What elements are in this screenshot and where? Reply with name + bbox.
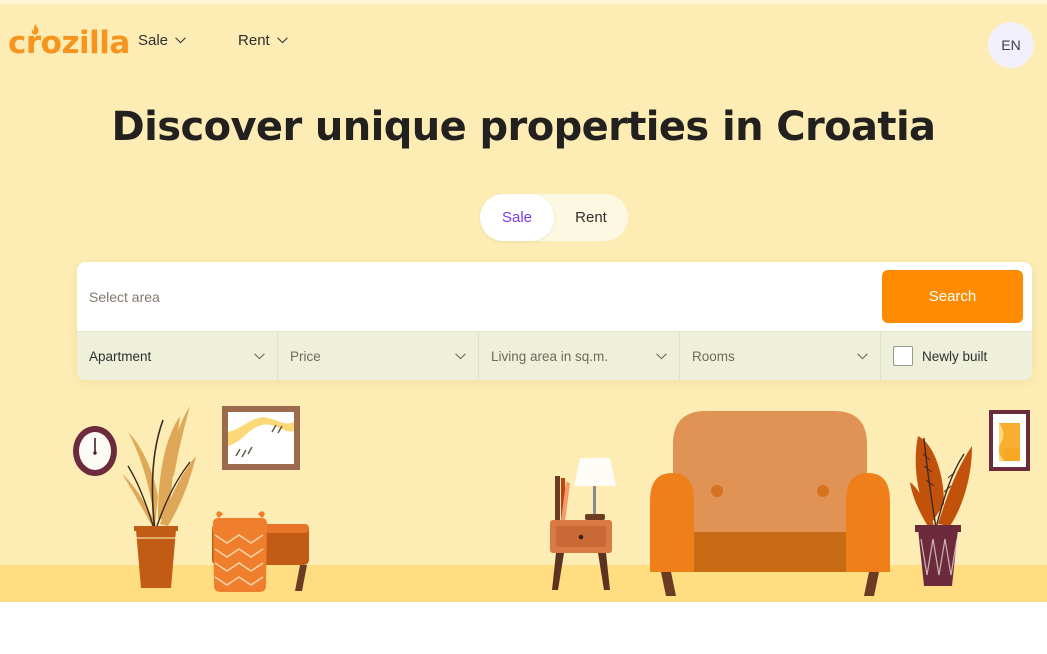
filter-property-type[interactable]: Apartment (77, 332, 278, 380)
newly-built-checkbox[interactable] (893, 346, 913, 366)
filter-rooms-label: Rooms (692, 348, 735, 364)
chevron-down-icon (656, 352, 667, 359)
toggle-option-rent[interactable]: Rent (554, 194, 628, 241)
search-row: Search (77, 262, 1032, 331)
chevron-down-icon (857, 352, 868, 359)
main-nav: Sale Rent (138, 32, 288, 49)
framed-landscape-picture (222, 406, 300, 470)
filter-row: Apartment Price Living area in sq.m. Roo… (77, 331, 1032, 380)
filter-newly-built[interactable]: Newly built (881, 332, 1032, 380)
toggle-option-rent-label: Rent (575, 209, 607, 226)
language-selector[interactable]: EN (988, 22, 1034, 68)
filter-property-type-label: Apartment (89, 348, 152, 364)
filter-rooms[interactable]: Rooms (680, 332, 881, 380)
newly-built-label: Newly built (922, 348, 988, 364)
framed-abstract-picture (989, 410, 1030, 471)
toggle-option-sale-label: Sale (501, 209, 533, 226)
filter-price[interactable]: Price (278, 332, 479, 380)
search-card: Search Apartment Price Living area in sq (77, 262, 1032, 380)
page-root: crozilla Sale Rent EN Discover unique pr… (0, 0, 1047, 654)
flame-icon (31, 24, 39, 35)
wall-clock-icon (73, 426, 117, 476)
chevron-down-icon (276, 37, 288, 44)
nav-item-sale-label: Sale (138, 32, 169, 49)
chevron-down-icon (455, 352, 466, 359)
logo[interactable]: crozilla (8, 24, 130, 62)
filter-price-label: Price (290, 348, 321, 364)
language-label: EN (1001, 37, 1021, 53)
chevron-down-icon (175, 37, 186, 44)
hero-section: crozilla Sale Rent EN Discover unique pr… (0, 4, 1047, 602)
logo-text: crozilla (8, 25, 130, 61)
search-input[interactable] (77, 287, 882, 306)
nav-item-rent[interactable]: Rent (238, 32, 288, 49)
site-header: crozilla Sale Rent EN (0, 4, 1047, 84)
nav-item-sale[interactable]: Sale (138, 32, 186, 49)
search-button[interactable]: Search (882, 270, 1023, 323)
filter-living-area-label: Living area in sq.m. (491, 348, 609, 364)
orange-sofa (650, 411, 890, 596)
toggle-option-sale[interactable]: Sale (480, 194, 554, 241)
chevron-down-icon (254, 352, 265, 359)
deal-type-toggle: Sale Rent (480, 194, 628, 241)
nav-item-rent-label: Rent (238, 32, 270, 49)
filter-living-area[interactable]: Living area in sq.m. (479, 332, 680, 380)
page-title: Discover unique properties in Croatia (111, 104, 937, 150)
